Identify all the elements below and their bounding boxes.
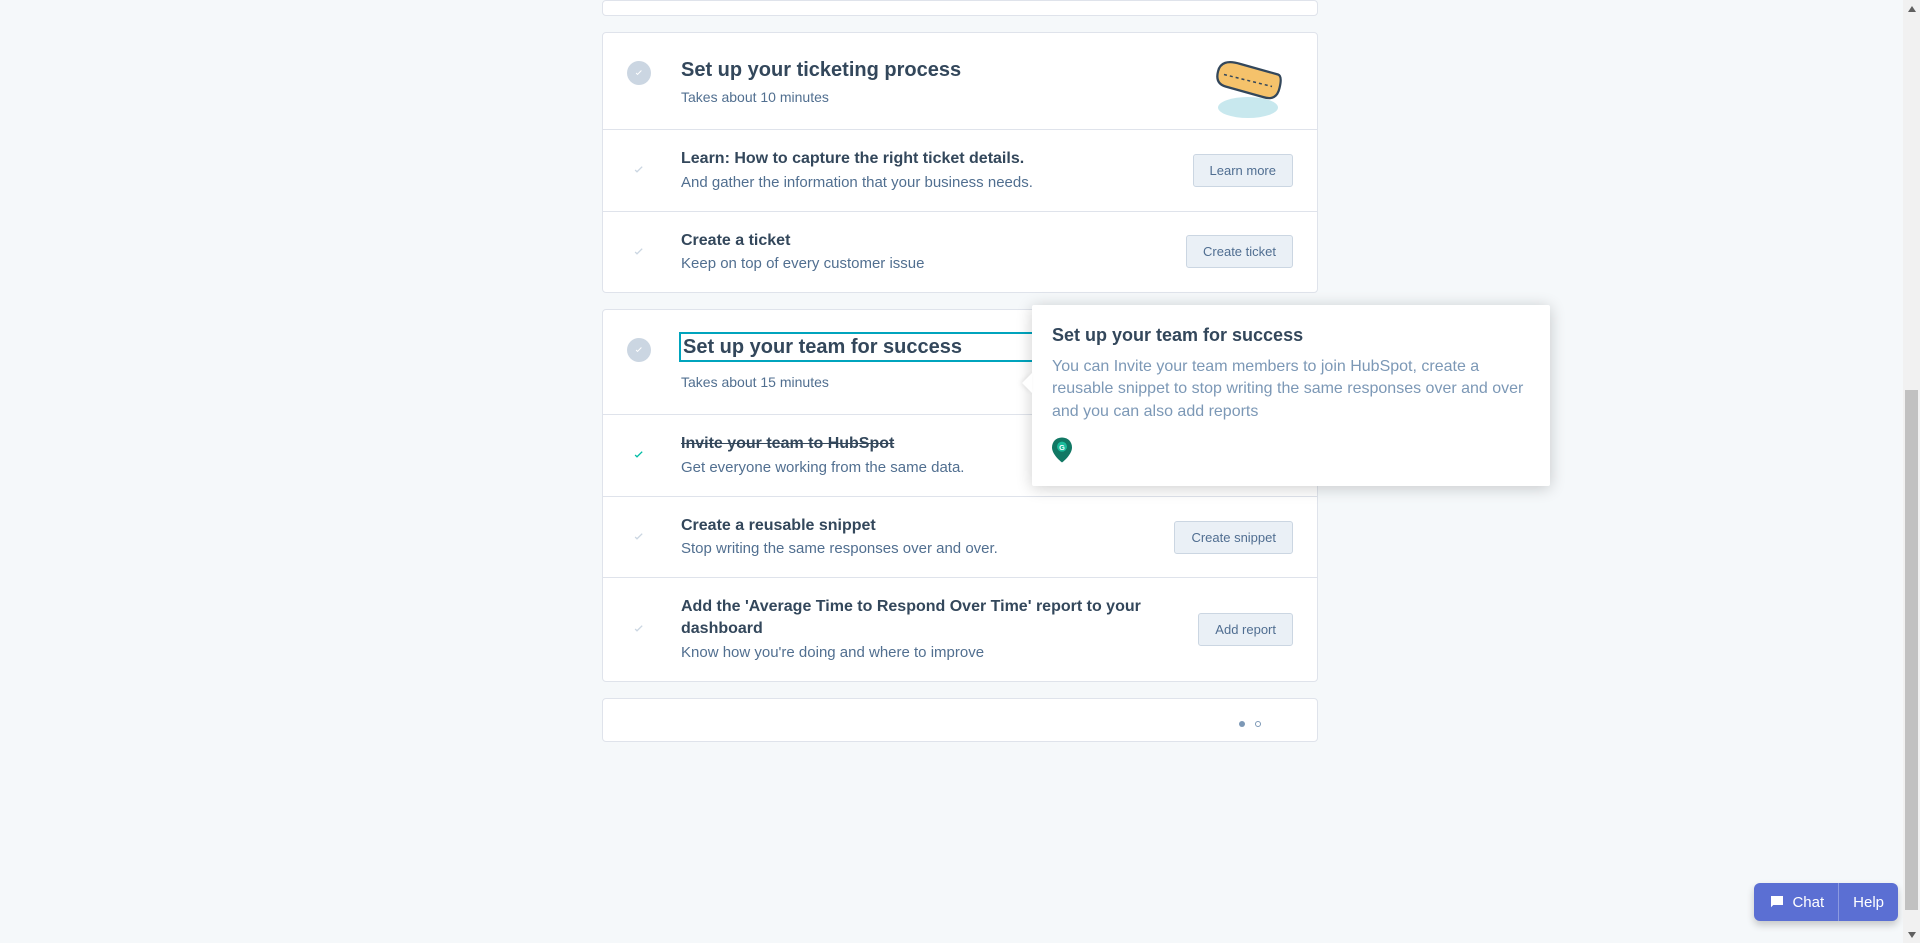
callout-body: You can Invite your team members to join… [1052, 356, 1530, 423]
svg-text:G: G [1059, 443, 1065, 452]
learn-ticket-details-row: Learn: How to capture the right ticket d… [603, 129, 1317, 211]
chat-label: Chat [1792, 894, 1824, 911]
create-snippet-check-icon [627, 529, 651, 545]
ticketing-title: Set up your ticketing process [681, 57, 1293, 83]
add-report-row: Add the 'Average Time to Respond Over Ti… [603, 577, 1317, 680]
scroll-up-arrow-icon[interactable] [1903, 0, 1920, 17]
check-icon [633, 67, 645, 79]
guide-callout: Set up your team for success You can Inv… [1032, 305, 1550, 486]
callout-title: Set up your team for success [1052, 325, 1530, 346]
add-report-check-icon [627, 621, 651, 637]
chat-icon [1768, 893, 1786, 911]
ticketing-card: Set up your ticketing process Takes abou… [602, 32, 1318, 293]
help-button[interactable]: Help [1838, 883, 1898, 921]
ticketing-status-circle [627, 61, 651, 85]
ticketing-card-header: Set up your ticketing process Takes abou… [603, 33, 1317, 129]
learn-task-title: Learn: How to capture the right ticket d… [681, 148, 1181, 170]
add-report-button[interactable]: Add report [1198, 613, 1293, 646]
create-ticket-button[interactable]: Create ticket [1186, 235, 1293, 268]
create-snippet-desc: Stop writing the same responses over and… [681, 538, 1162, 559]
check-icon [633, 344, 645, 356]
map-pin-icon: G [1052, 437, 1072, 463]
chat-button[interactable]: Chat [1754, 883, 1838, 921]
help-label: Help [1853, 894, 1884, 911]
ticketing-subtitle: Takes about 10 minutes [681, 89, 1293, 105]
help-pill: Chat Help [1754, 883, 1898, 921]
team-status-circle [627, 338, 651, 362]
create-ticket-title: Create a ticket [681, 230, 1174, 252]
create-ticket-desc: Keep on top of every customer issue [681, 253, 1174, 274]
scrollbar-thumb[interactable] [1905, 390, 1918, 910]
learn-task-check-icon [627, 162, 651, 178]
create-ticket-row: Create a ticket Keep on top of every cus… [603, 211, 1317, 293]
ticket-illustration-icon [1203, 49, 1293, 123]
invite-team-check-icon [627, 447, 651, 463]
add-report-title: Add the 'Average Time to Respond Over Ti… [681, 596, 1186, 639]
next-card-peek [602, 698, 1318, 742]
previous-card-bottom-edge [602, 0, 1318, 16]
learn-task-desc: And gather the information that your bus… [681, 172, 1181, 193]
create-ticket-check-icon [627, 244, 651, 260]
carousel-dots-icon [1239, 721, 1261, 727]
create-snippet-title: Create a reusable snippet [681, 515, 1162, 537]
learn-more-button[interactable]: Learn more [1193, 154, 1293, 187]
page-scrollbar[interactable] [1903, 0, 1920, 943]
scroll-down-arrow-icon[interactable] [1903, 926, 1920, 943]
add-report-desc: Know how you're doing and where to impro… [681, 642, 1186, 663]
create-snippet-row: Create a reusable snippet Stop writing t… [603, 496, 1317, 578]
create-snippet-button[interactable]: Create snippet [1174, 521, 1293, 554]
